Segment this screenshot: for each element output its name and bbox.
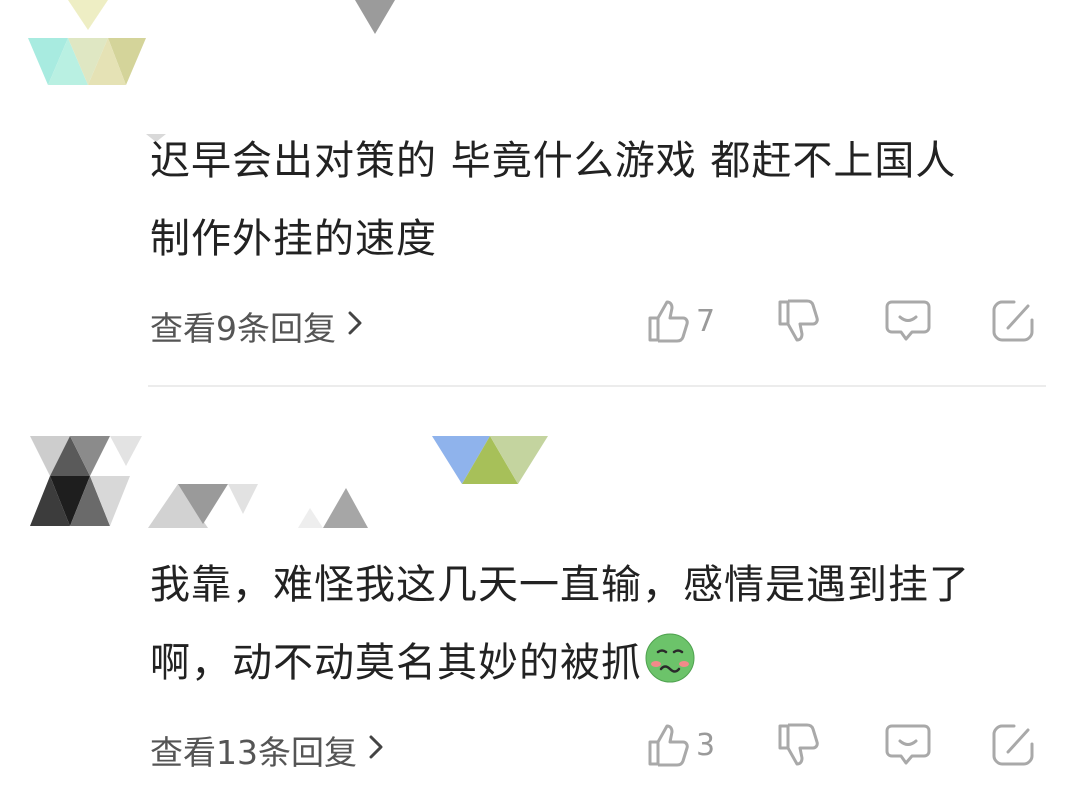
share-button[interactable]	[990, 722, 1036, 768]
view-replies-link[interactable]: 查看13条回复	[150, 726, 383, 774]
speech-bubble-icon	[884, 722, 932, 768]
comment-text-segment: 啊，动不动莫名其妙的被抓	[150, 640, 642, 686]
comment-text-line: 啊，动不动莫名其妙的被抓	[150, 624, 696, 702]
comment-text-line: 迟早会出对策的 毕竟什么游戏 都赶不上国人	[150, 138, 957, 184]
chevron-right-icon	[369, 733, 383, 768]
speech-bubble-icon	[884, 298, 932, 344]
view-replies-link[interactable]: 查看9条回复	[150, 302, 362, 350]
share-button[interactable]	[990, 298, 1036, 344]
thumbs-up-icon	[646, 298, 690, 344]
comment-text-line: 制作外挂的速度	[150, 216, 437, 262]
redacted-avatar-mosaic	[30, 436, 142, 526]
edit-share-icon	[990, 722, 1036, 768]
like-count: 7	[696, 303, 716, 339]
like-count: 3	[696, 727, 716, 763]
like-button[interactable]: 7	[646, 298, 715, 344]
comment-text-line: 我靠，难怪我这几天一直输，感情是遇到挂了	[150, 562, 970, 608]
redacted-avatar-mosaic	[28, 0, 146, 85]
chevron-right-icon	[348, 309, 362, 344]
nauseated-face-emoji	[644, 632, 696, 684]
thumbs-down-icon	[776, 722, 820, 770]
view-replies-label: 查看13条回复	[150, 733, 357, 772]
dislike-button[interactable]	[776, 298, 820, 346]
thumbs-down-icon	[776, 298, 820, 346]
dislike-button[interactable]	[776, 722, 820, 770]
redacted-name-mosaic	[148, 484, 368, 528]
view-replies-label: 查看9条回复	[150, 309, 336, 348]
reply-button[interactable]	[884, 298, 932, 344]
thumbs-up-icon	[646, 722, 690, 768]
comment-divider	[148, 385, 1046, 387]
edit-share-icon	[990, 298, 1036, 344]
reply-button[interactable]	[884, 722, 932, 768]
like-button[interactable]: 3	[646, 722, 715, 768]
redacted-name-mosaic	[355, 0, 395, 34]
redacted-badge-mosaic	[432, 436, 548, 484]
